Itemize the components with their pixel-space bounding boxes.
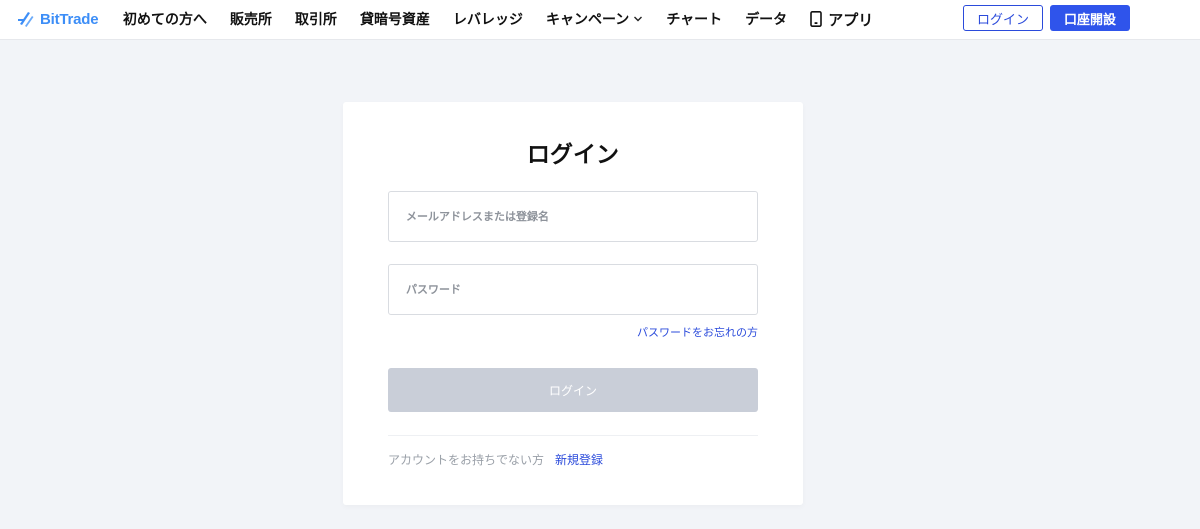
nav-item-crypto-lending[interactable]: 貸暗号資産 <box>360 9 430 29</box>
top-header: BitTrade 初めての方へ 販売所 取引所 貸暗号資産 レバレッジ キャンペ… <box>0 0 1200 40</box>
bittrade-logo-icon <box>16 9 36 29</box>
nav-item-beginners[interactable]: 初めての方へ <box>123 9 207 29</box>
chevron-down-icon <box>633 14 643 24</box>
nav-item-label: 販売所 <box>230 12 272 28</box>
open-account-button[interactable]: 口座開設 <box>1050 5 1130 31</box>
nav-item-label: キャンペーン <box>546 12 630 28</box>
nav-item-chart[interactable]: チャート <box>666 9 722 29</box>
nav-item-app[interactable]: アプリ <box>810 9 873 30</box>
smartphone-icon <box>810 11 822 27</box>
nav-item-label: アプリ <box>828 10 874 29</box>
header-login-button[interactable]: ログイン <box>963 5 1043 31</box>
main-nav: 初めての方へ 販売所 取引所 貸暗号資産 レバレッジ キャンペーン チャート デ… <box>123 0 896 38</box>
logo-text: BitTrade <box>40 10 99 28</box>
email-or-username-input[interactable] <box>388 191 758 242</box>
login-title: ログイン <box>527 142 619 168</box>
nav-item-label: データ <box>745 12 788 28</box>
nav-item-label: 初めての方へ <box>123 12 207 28</box>
signup-link[interactable]: 新規登録 <box>555 451 603 468</box>
divider <box>388 435 758 436</box>
password-input[interactable] <box>388 264 758 315</box>
nav-item-sales-office[interactable]: 販売所 <box>230 9 272 29</box>
login-card: ログイン パスワードをお忘れの方 ログイン アカウントをお持ちでない方 新規登録 <box>343 102 803 505</box>
bittrade-logo[interactable]: BitTrade <box>16 8 99 30</box>
nav-item-exchange[interactable]: 取引所 <box>295 9 337 29</box>
forgot-password-link[interactable]: パスワードをお忘れの方 <box>637 324 758 340</box>
signup-row: アカウントをお持ちでない方 新規登録 <box>388 451 603 468</box>
nav-item-data[interactable]: データ <box>745 9 787 29</box>
nav-item-campaign[interactable]: キャンペーン <box>546 9 643 29</box>
nav-item-label: 取引所 <box>295 12 337 28</box>
nav-item-label: 貸暗号資産 <box>360 12 430 28</box>
login-submit-button[interactable]: ログイン <box>388 368 758 412</box>
no-account-text: アカウントをお持ちでない方 <box>388 453 545 467</box>
nav-item-label: レバレッジ <box>453 12 523 28</box>
nav-item-leverage[interactable]: レバレッジ <box>453 9 523 29</box>
nav-item-label: チャート <box>666 12 723 28</box>
